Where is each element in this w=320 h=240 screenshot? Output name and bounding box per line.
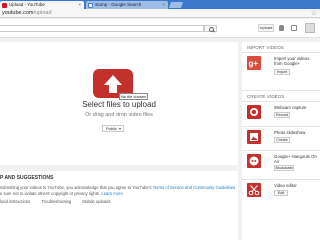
mobile-uploads-link[interactable]: Mobile uploads xyxy=(82,199,110,204)
help-body: submitting your videos to YouTube, you a… xyxy=(0,185,236,197)
broadcast-button[interactable]: Broadcast xyxy=(274,165,294,171)
divider xyxy=(242,101,320,102)
search-input[interactable] xyxy=(0,25,204,32)
close-tab-icon[interactable]: × xyxy=(162,1,165,9)
upload-instructions-link[interactable]: load instructions xyxy=(0,199,30,204)
help-body-text-2: e sure not to violate others' copyright … xyxy=(0,191,102,196)
terms-link[interactable]: Terms of Service and Community Guideline… xyxy=(153,185,236,190)
hangouts-icon xyxy=(247,154,261,168)
close-tab-icon[interactable]: × xyxy=(78,1,81,9)
create-heading: CREATE VIDEOS xyxy=(247,94,285,99)
url-path: /upload xyxy=(33,10,52,16)
browser-tab-bar: Upload - YouTube × stump - Google Search… xyxy=(0,0,320,9)
edit-button[interactable]: Edit xyxy=(274,190,288,196)
record-button[interactable]: Record xyxy=(274,112,290,118)
tab-label: Upload - YouTube xyxy=(9,2,45,7)
tab-label: stump - Google Search xyxy=(95,2,142,7)
import-desc: Import your videos from Google+ xyxy=(274,56,310,66)
bookmark-star-icon[interactable]: ☆ xyxy=(311,9,317,18)
divider xyxy=(242,52,320,53)
google-plus-icon: g+ xyxy=(247,56,261,70)
upload-panel: No file chosen Select files to upload Or… xyxy=(0,42,238,165)
divider xyxy=(242,90,320,91)
file-tooltip: No file chosen xyxy=(119,93,149,100)
privacy-dropdown[interactable]: Public xyxy=(102,125,124,132)
troubleshooting-link[interactable]: Troubleshooting xyxy=(41,199,71,204)
youtube-favicon-icon xyxy=(2,2,7,8)
upload-button[interactable]: Upload xyxy=(258,24,274,32)
webcam-icon xyxy=(247,105,261,119)
divider xyxy=(242,179,320,180)
tab-upload-youtube[interactable]: Upload - YouTube × xyxy=(0,1,84,9)
help-title: P AND SUGGESTIONS xyxy=(0,175,54,181)
svg-text:g+: g+ xyxy=(249,59,259,68)
share-icon[interactable] xyxy=(291,25,297,31)
avatar[interactable] xyxy=(305,23,315,33)
sidebar: IMPORT VIDEOS g+ Import your videos from… xyxy=(242,42,320,240)
address-bar[interactable]: youtube.com/upload ☆ xyxy=(0,9,320,18)
help-links: load instructions Troubleshooting Mobile… xyxy=(0,199,121,204)
webcam-label: Webcam capture xyxy=(274,105,307,110)
photo-slideshow-icon xyxy=(247,130,261,144)
video-editor-label: Video editor xyxy=(274,183,297,188)
create-button[interactable]: Create xyxy=(274,137,290,143)
notifications-bell-icon[interactable] xyxy=(279,25,284,31)
upload-arrow-icon xyxy=(104,75,122,93)
import-button[interactable]: Import xyxy=(274,69,290,75)
photo-slideshow-label: Photo slideshow xyxy=(274,130,306,135)
drag-drop-hint: Or drag and drop video files xyxy=(85,112,153,118)
select-files-title: Select files to upload xyxy=(82,100,156,109)
hangouts-label: Google+ Hangouts On Air xyxy=(274,154,317,164)
new-tab-button[interactable] xyxy=(168,2,184,8)
divider xyxy=(242,126,320,127)
chevron-down-icon xyxy=(119,128,121,130)
privacy-value: Public xyxy=(106,126,117,131)
tab-google-search[interactable]: stump - Google Search × xyxy=(86,1,168,9)
url-text[interactable]: youtube.com/upload xyxy=(2,10,52,17)
help-body-text-1: submitting your videos to YouTube, you a… xyxy=(0,185,153,190)
learn-more-link[interactable]: Learn more xyxy=(101,191,122,196)
help-section: P AND SUGGESTIONS submitting your videos… xyxy=(0,171,238,240)
import-heading: IMPORT VIDEOS xyxy=(247,45,284,50)
scissors-icon xyxy=(247,183,261,197)
divider xyxy=(242,150,320,151)
search-button[interactable] xyxy=(204,25,217,32)
youtube-header: Upload xyxy=(0,19,320,38)
url-host: youtube.com xyxy=(2,10,34,16)
google-favicon-icon xyxy=(88,2,93,8)
